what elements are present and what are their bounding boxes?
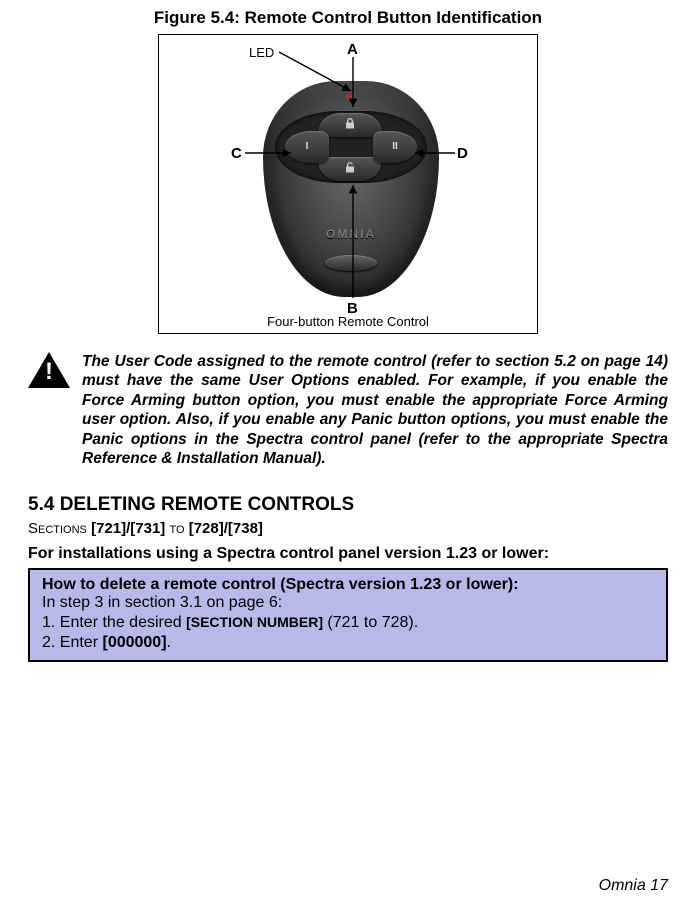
zeros-keyword: [000000] [102,634,166,651]
button-d: II [373,131,417,163]
roman-two-icon: II [392,142,398,152]
callout-a: A [347,41,358,58]
remote-control-image: I II OMNIA [263,81,439,297]
section-number-keyword: [SECTION NUMBER] [186,614,323,630]
howto-intro: In step 3 in section 3.1 on page 6: [42,594,656,612]
sections-line: Sections [721]/[731] to [728]/[738] [28,520,668,537]
sections-range2: [728]/[738] [185,520,263,537]
warning-block: ! The User Code assigned to the remote c… [28,352,668,468]
step2-post: . [167,634,171,651]
warning-text: The User Code assigned to the remote con… [82,352,668,468]
roman-one-icon: I [306,142,309,152]
led-label: LED [249,45,274,60]
step1-pre: 1. Enter the desired [42,614,186,631]
callout-d: D [457,145,468,162]
sections-to: to [169,520,184,537]
section-heading: 5.4 DELETING REMOTE CONTROLS [28,494,668,516]
callout-c: C [231,145,242,162]
sections-prefix: Sections [28,520,87,537]
sections-range1: [721]/[731] [87,520,170,537]
warning-icon: ! [28,352,70,390]
step1-post: (721 to 728). [323,614,418,631]
oval-button [325,255,377,271]
figure-subcaption: Four-button Remote Control [159,314,537,329]
for-installations-line: For installations using a Spectra contro… [28,545,668,563]
button-a-lock [319,113,381,137]
unlock-icon [345,162,355,177]
brand-label: OMNIA [263,227,439,241]
step2-pre: 2. Enter [42,634,102,651]
page-footer: Omnia 17 [599,877,668,895]
button-b-unlock [319,157,381,181]
howto-step-2: 2. Enter [000000]. [42,634,656,652]
lock-icon [345,118,355,133]
button-c: I [285,131,329,163]
led-icon [348,93,354,99]
howto-step-1: 1. Enter the desired [SECTION NUMBER] (7… [42,614,656,632]
figure-box: LED A B C D I II [158,34,538,334]
howto-box: How to delete a remote control (Spectra … [28,568,668,662]
figure-title: Figure 5.4: Remote Control Button Identi… [28,8,668,28]
howto-title: How to delete a remote control (Spectra … [42,576,656,594]
